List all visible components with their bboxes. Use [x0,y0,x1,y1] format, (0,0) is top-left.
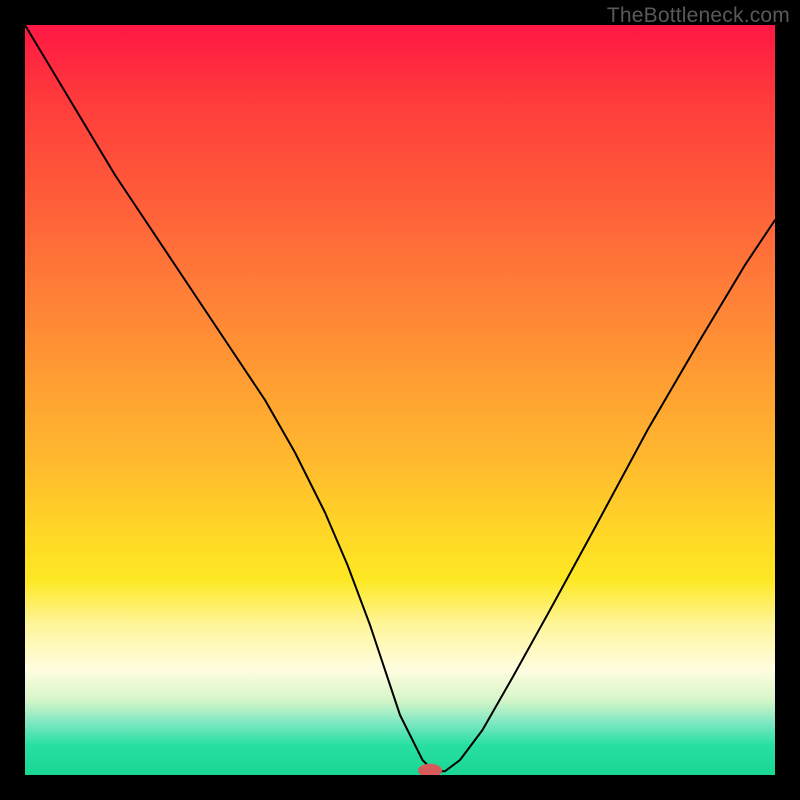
chart-svg [25,25,775,775]
plot-area [25,25,775,775]
bottleneck-curve [25,25,775,771]
watermark-text: TheBottleneck.com [607,4,790,28]
minimum-marker [418,764,442,775]
chart-frame: TheBottleneck.com [0,0,800,800]
